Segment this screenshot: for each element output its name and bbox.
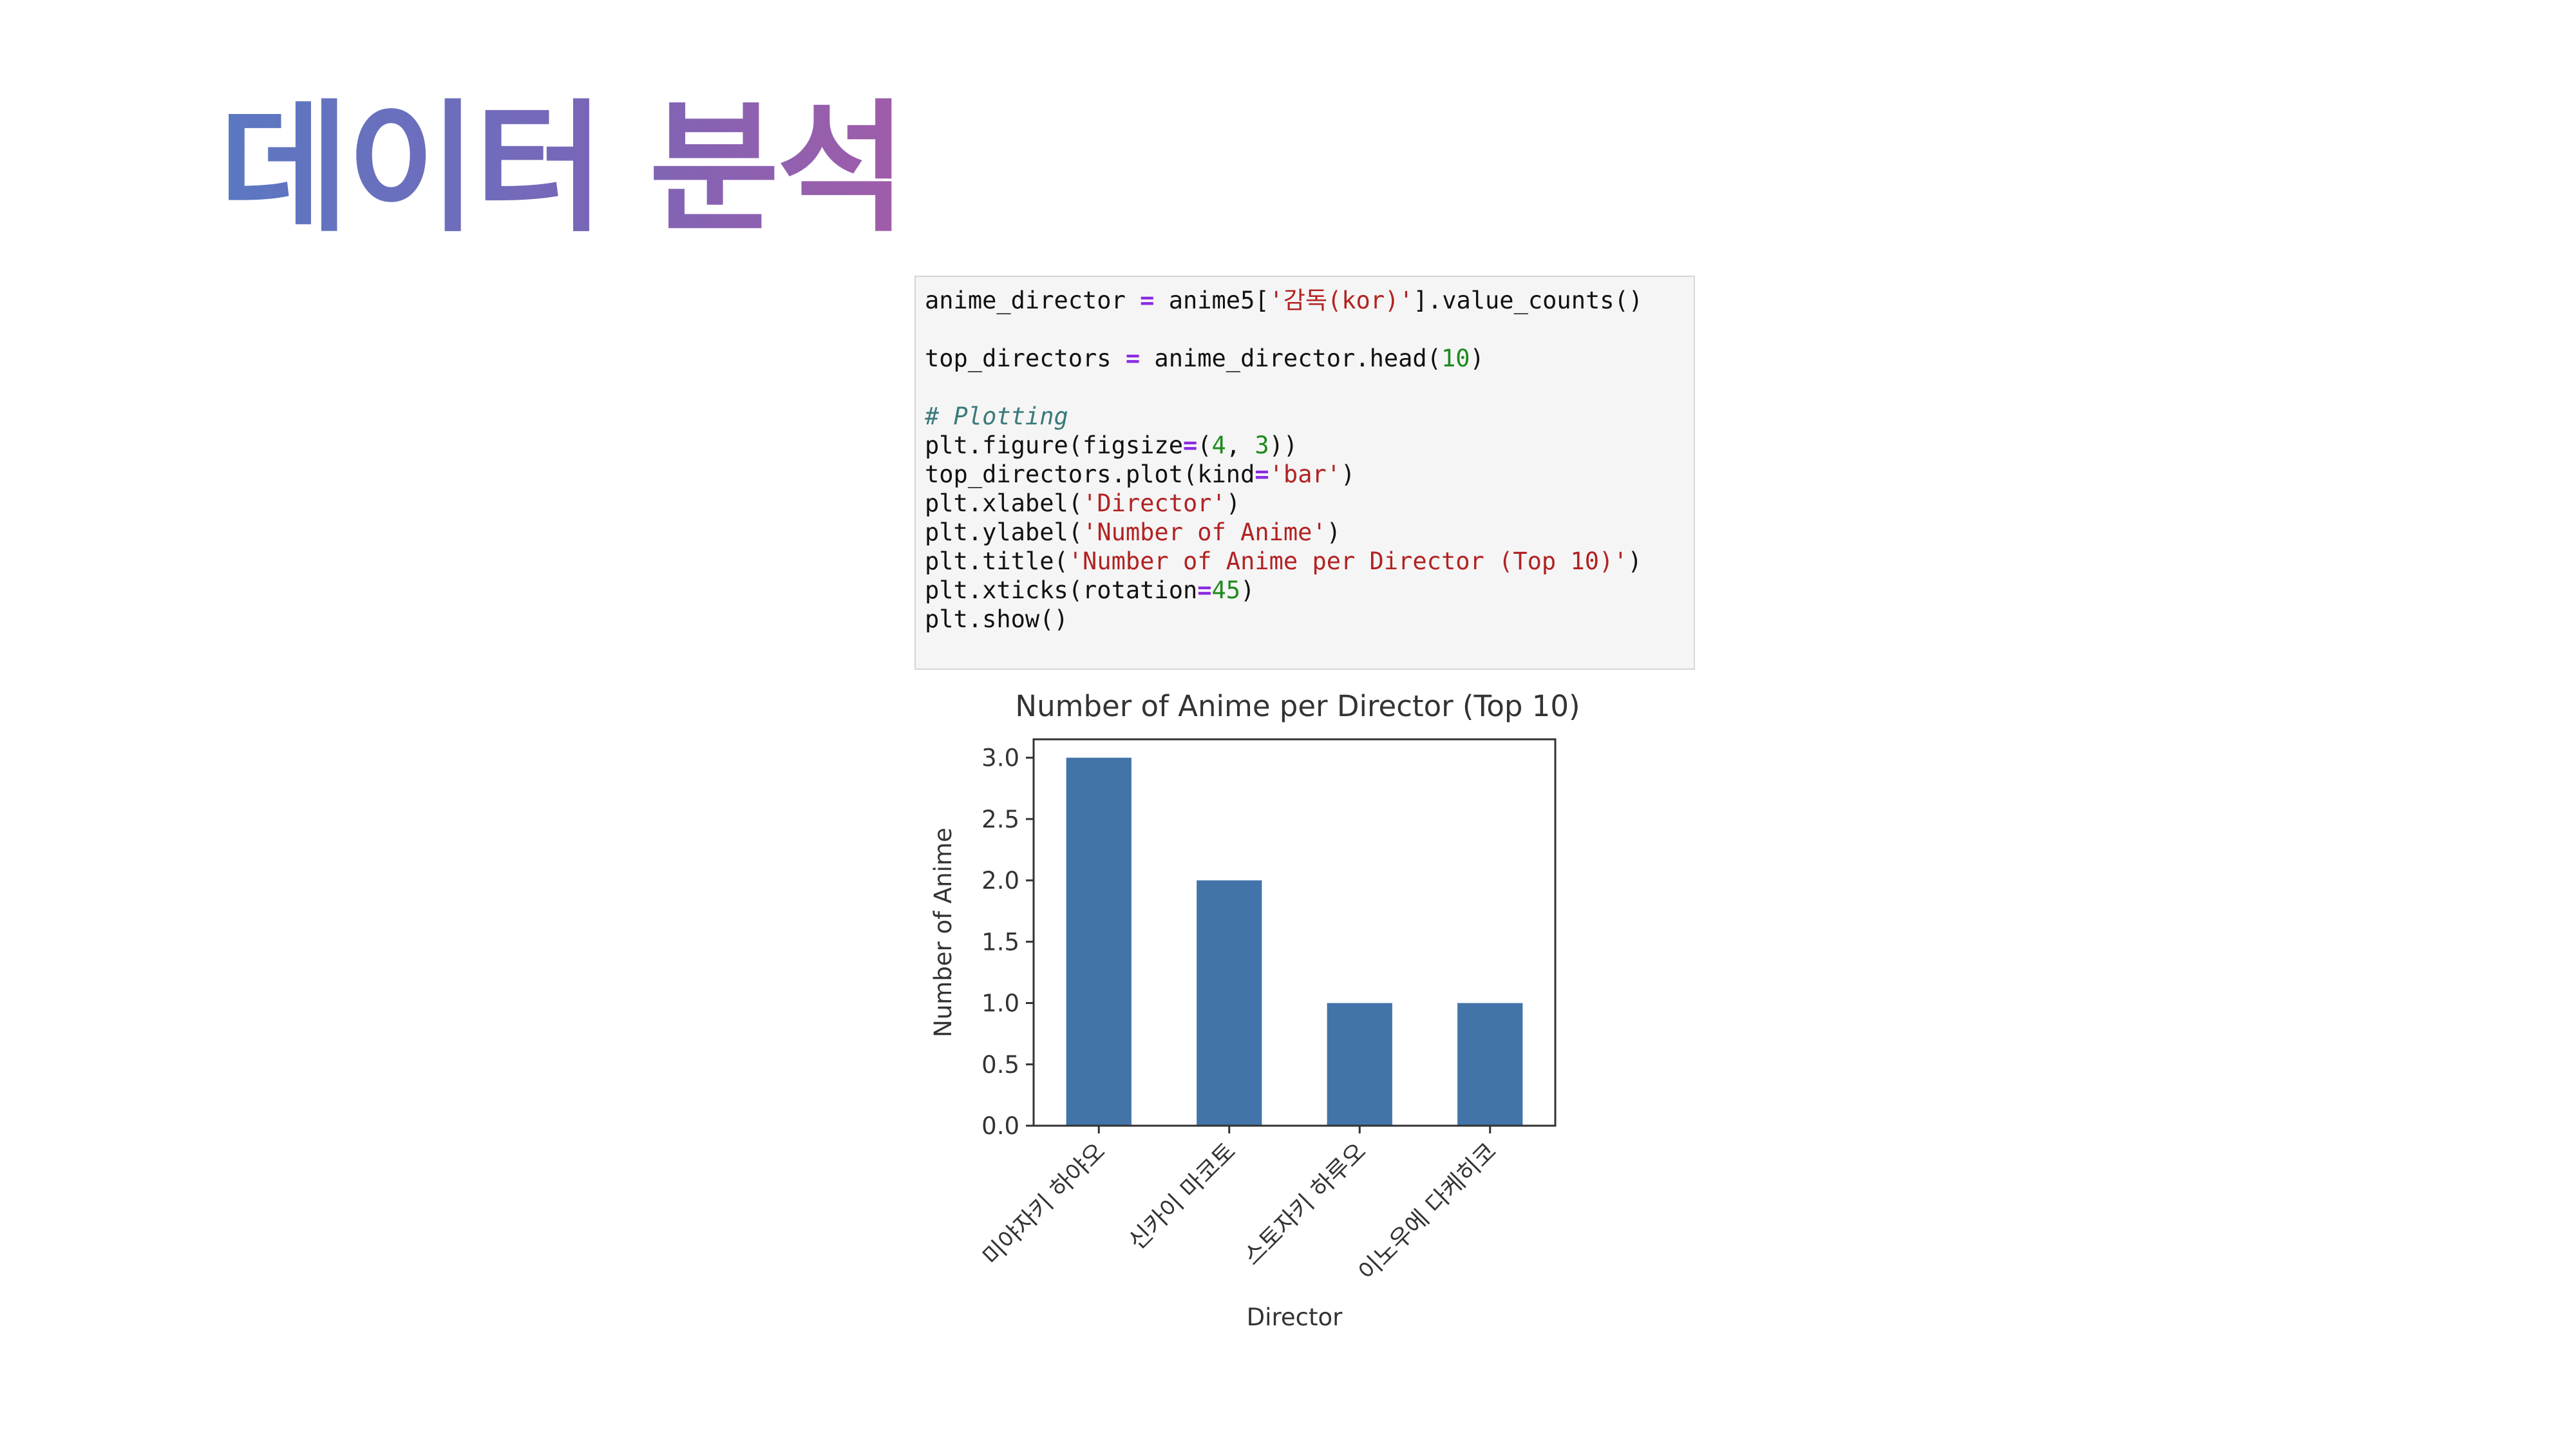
code-token: ].value_counts(): [1413, 287, 1643, 314]
code-token: ): [1240, 576, 1255, 604]
code-token: 4: [1211, 431, 1226, 459]
code-line: # Plotting: [925, 402, 1685, 431]
code-line: plt.ylabel('Number of Anime'): [925, 518, 1685, 547]
code-token: plt.ylabel(: [925, 518, 1083, 546]
chart-title: Number of Anime per Director (Top 10): [1015, 689, 1580, 723]
code-token: =: [1255, 460, 1269, 488]
code-line: anime_director = anime5['감독(kor)'].value…: [925, 286, 1685, 315]
code-token: =: [1140, 287, 1155, 314]
code-token: '감독(kor)': [1269, 287, 1414, 314]
slide-title: 데이터 분석: [219, 84, 907, 254]
code-token: ): [1341, 460, 1356, 488]
code-token: ): [1226, 489, 1241, 517]
code-line: plt.figure(figsize=(4, 3)): [925, 431, 1685, 460]
bar-3: [1327, 1003, 1392, 1126]
code-token: plt.show(): [925, 605, 1068, 633]
bar-4: [1457, 1003, 1523, 1126]
code-line: top_directors.plot(kind='bar'): [925, 460, 1685, 489]
code-line: top_directors = anime_director.head(10): [925, 344, 1685, 373]
x-tick-label: 이노우에 다케히코: [1353, 1137, 1502, 1286]
code-token: # Plotting: [925, 402, 1068, 430]
y-axis-label: Number of Anime: [929, 828, 957, 1037]
code-token: =: [1125, 345, 1141, 372]
code-token: top_directors.plot(kind: [925, 460, 1255, 488]
x-tick-label: 신카이 마코토: [1123, 1137, 1241, 1255]
bar-1: [1066, 757, 1132, 1126]
y-tick-label: 0.5: [981, 1051, 1019, 1079]
code-token: ): [1470, 345, 1484, 372]
bars-layer: [1066, 757, 1523, 1126]
code-line: plt.xlabel('Director'): [925, 489, 1685, 518]
code-line: plt.show(): [925, 605, 1685, 634]
code-block: anime_director = anime5['감독(kor)'].value…: [925, 286, 1685, 634]
code-token: 'Director': [1083, 489, 1226, 517]
code-token: anime_director.head(: [1140, 345, 1441, 372]
code-cell[interactable]: anime_director = anime5['감독(kor)'].value…: [914, 276, 1695, 670]
code-token: plt.xticks(rotation: [925, 576, 1198, 604]
code-token: 45: [1211, 576, 1241, 604]
code-token: )): [1269, 431, 1298, 459]
code-token: anime5[: [1154, 287, 1269, 314]
y-tick-label: 1.0: [981, 990, 1019, 1018]
code-token: top_directors: [925, 345, 1126, 372]
bar-chart: Number of Anime per Director (Top 10) 0.…: [889, 683, 1662, 1352]
chart-svg: Number of Anime per Director (Top 10) 0.…: [929, 689, 1580, 1331]
code-token: ): [1326, 518, 1341, 546]
y-tick-label: 0.0: [981, 1112, 1019, 1140]
x-axis-label: Director: [1247, 1303, 1343, 1331]
code-token: ,: [1226, 431, 1255, 459]
code-token: anime_director: [925, 287, 1141, 314]
x-tick-label: 미야자키 하야오: [977, 1137, 1110, 1271]
code-token: 'bar': [1269, 460, 1341, 488]
y-tick-label: 3.0: [981, 744, 1019, 772]
x-tick-label: 스토자키 하루오: [1238, 1137, 1371, 1271]
code-token: 3: [1255, 431, 1269, 459]
code-token: 'Number of Anime': [1083, 518, 1327, 546]
y-tick-label: 1.5: [981, 928, 1019, 956]
code-token: ): [1627, 547, 1642, 575]
code-token: 'Number of Anime per Director (Top 10)': [1068, 547, 1628, 575]
x-axis: 미야자키 하야오 신카이 마코토스토자키 하루오이노우에 다케히코: [977, 1126, 1502, 1286]
code-line: plt.title('Number of Anime per Director …: [925, 547, 1685, 576]
y-tick-label: 2.0: [981, 867, 1019, 895]
code-token: plt.figure(figsize: [925, 431, 1183, 459]
y-tick-label: 2.5: [981, 806, 1019, 833]
code-token: plt.xlabel(: [925, 489, 1083, 517]
code-token: =: [1182, 431, 1198, 459]
code-token: (: [1197, 431, 1212, 459]
code-token: 10: [1441, 345, 1470, 372]
code-line: plt.xticks(rotation=45): [925, 576, 1685, 605]
bar-2: [1197, 880, 1262, 1126]
code-token: plt.title(: [925, 547, 1068, 575]
code-token: =: [1197, 576, 1212, 604]
y-axis: 0.0 0.5 1.0 1.5 2.0 2.5 3.0: [981, 744, 1034, 1140]
